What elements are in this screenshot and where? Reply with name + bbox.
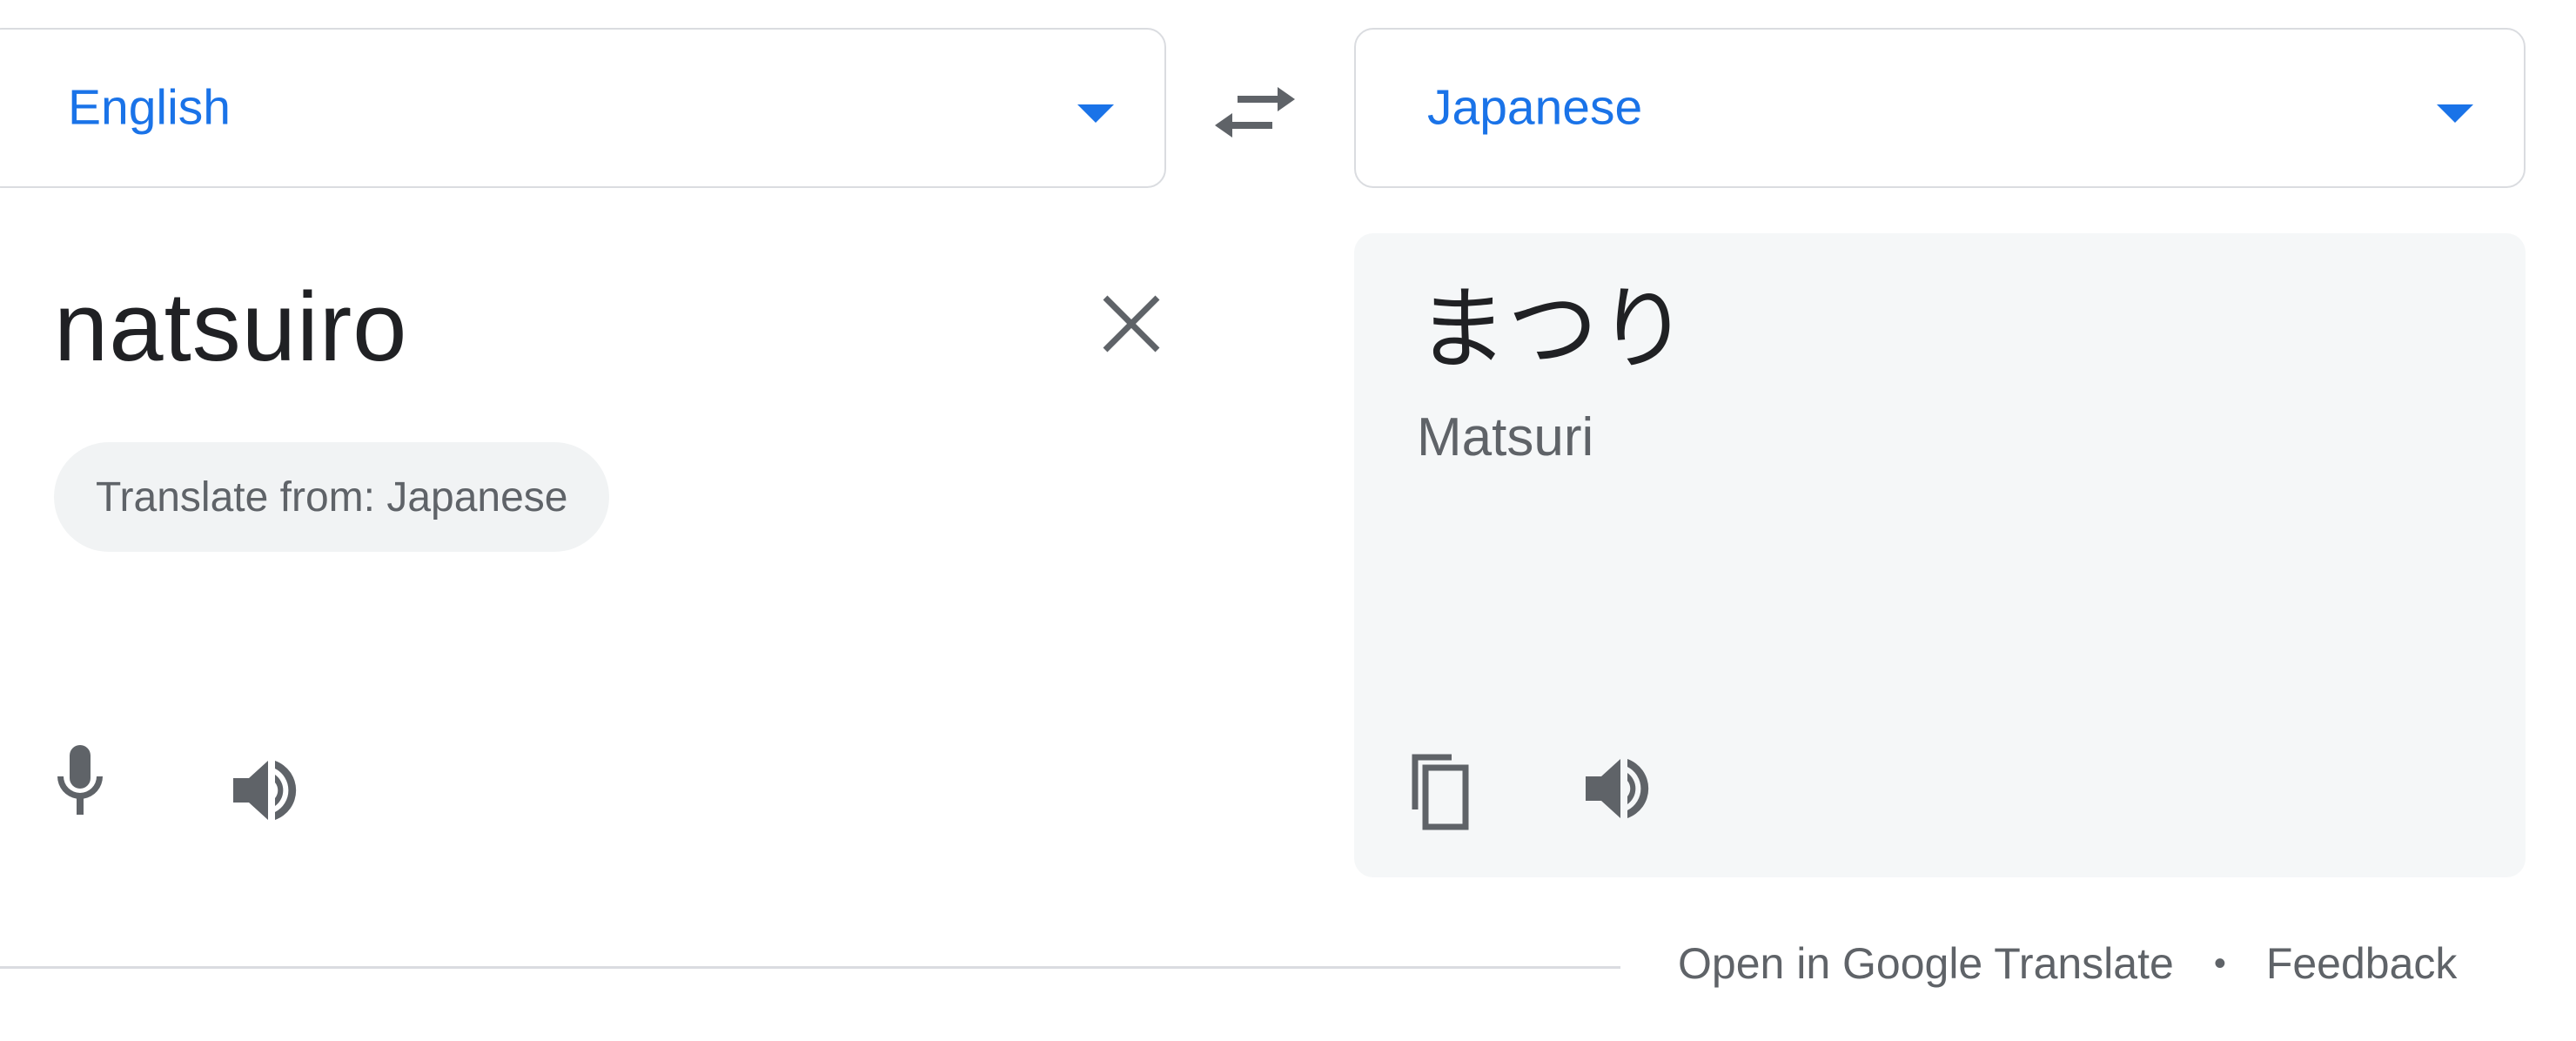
translation-output-panel: まつり Matsuri [1354, 233, 2526, 877]
romanization-text: Matsuri [1417, 407, 1594, 467]
target-language-select[interactable]: Japanese [1354, 28, 2526, 188]
swap-icon [1215, 87, 1295, 138]
source-language-label: English [68, 79, 231, 136]
voice-input-button[interactable] [38, 740, 122, 823]
speaker-icon [233, 761, 297, 820]
source-language-select[interactable]: English [0, 28, 1166, 188]
feedback-link[interactable]: Feedback [2266, 942, 2458, 985]
translated-text: まつり [1417, 276, 1689, 382]
chevron-down-icon [1077, 104, 1114, 123]
speaker-icon [1586, 759, 1649, 818]
copy-translation-button[interactable] [1399, 749, 1483, 832]
footer-links: Open in Google Translate • Feedback [1678, 942, 2457, 985]
close-icon [1103, 295, 1160, 353]
footer-divider [0, 966, 1620, 969]
source-text-input[interactable]: natsuiro [54, 279, 407, 376]
swap-languages-button[interactable] [1211, 77, 1298, 146]
chevron-down-icon [2437, 104, 2473, 123]
microphone-icon [57, 745, 103, 815]
detected-language-chip[interactable]: Translate from: Japanese [54, 442, 610, 552]
clear-text-button[interactable] [1095, 287, 1168, 360]
listen-translation-button[interactable] [1579, 747, 1662, 830]
footer-separator: • [2213, 944, 2226, 983]
copy-icon [1412, 754, 1469, 830]
target-language-label: Japanese [1427, 79, 1643, 136]
listen-source-button[interactable] [226, 749, 310, 832]
open-in-google-translate-link[interactable]: Open in Google Translate [1678, 942, 2174, 985]
